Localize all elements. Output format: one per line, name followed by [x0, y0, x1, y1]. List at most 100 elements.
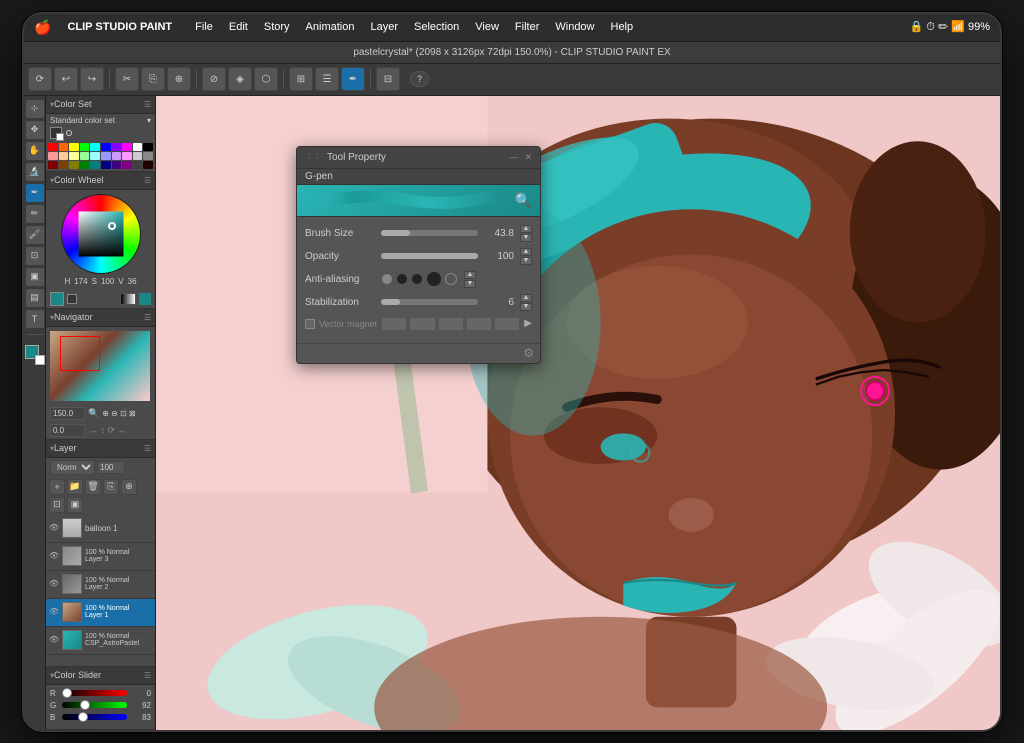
- brush-size-up[interactable]: ▲: [520, 225, 532, 233]
- color-yellow[interactable]: [69, 143, 79, 151]
- color-olive[interactable]: [69, 161, 79, 169]
- navigator-header[interactable]: ▾ Navigator ☰: [46, 309, 155, 327]
- tool-move[interactable]: ✥: [26, 121, 44, 139]
- vm-checkbox[interactable]: [305, 319, 315, 329]
- color-black[interactable]: [143, 143, 153, 151]
- color-picker-btn[interactable]: [139, 293, 151, 305]
- layer-visibility-2[interactable]: 👁: [49, 579, 59, 589]
- aa-dot-3[interactable]: [411, 273, 423, 285]
- menu-animation[interactable]: Animation: [299, 19, 362, 35]
- color-slider-menu-icon[interactable]: ☰: [144, 671, 151, 680]
- red-slider-track[interactable]: [62, 690, 127, 696]
- magnify-icon[interactable]: 🔍: [515, 192, 532, 209]
- layer-item-2[interactable]: 👁 100 % Normal Layer 2: [46, 571, 155, 599]
- tool-grid[interactable]: ◈: [228, 67, 252, 91]
- vm-slot-1[interactable]: [381, 317, 407, 331]
- tool-undo[interactable]: ↩: [54, 67, 78, 91]
- color-dark-green[interactable]: [80, 161, 90, 169]
- brush-size-down[interactable]: ▼: [520, 234, 532, 242]
- menu-help[interactable]: Help: [604, 19, 641, 35]
- color-light-green[interactable]: [80, 152, 90, 160]
- aa-dot-4[interactable]: [426, 271, 442, 287]
- color-purple[interactable]: [112, 143, 122, 151]
- tool-selection-rect[interactable]: ⊞: [289, 67, 313, 91]
- menu-view[interactable]: View: [468, 19, 506, 35]
- stab-up[interactable]: ▲: [520, 294, 532, 302]
- color-wheel-square[interactable]: [78, 211, 123, 256]
- color-teal[interactable]: [90, 161, 100, 169]
- nav-x-input[interactable]: [50, 424, 85, 437]
- layer-visibility-1[interactable]: 👁: [49, 607, 59, 617]
- menu-story[interactable]: Story: [257, 19, 297, 35]
- tool-gradient[interactable]: ▤: [26, 289, 44, 307]
- color-orange[interactable]: [59, 143, 69, 151]
- color-wheel[interactable]: [61, 194, 141, 274]
- color-dark-purple[interactable]: [122, 161, 132, 169]
- blend-mode-select[interactable]: Normal Multiply Screen: [50, 460, 95, 475]
- stab-down[interactable]: ▼: [520, 303, 532, 311]
- tool-pencil[interactable]: ✏: [26, 205, 44, 223]
- menu-edit[interactable]: Edit: [222, 19, 255, 35]
- layer-item-3[interactable]: 👁 100 % Normal Layer 3: [46, 543, 155, 571]
- color-gray[interactable]: [143, 152, 153, 160]
- red-slider-thumb[interactable]: [62, 688, 72, 698]
- stab-slider[interactable]: [381, 299, 478, 305]
- brush-size-slider[interactable]: [381, 230, 478, 236]
- layer-visibility-csp[interactable]: 👁: [49, 635, 59, 645]
- blue-slider-thumb[interactable]: [78, 712, 88, 722]
- tool-fill[interactable]: ▣: [26, 268, 44, 286]
- aa-dot-1[interactable]: [381, 273, 393, 285]
- navigator-menu-icon[interactable]: ☰: [144, 313, 151, 322]
- tool-select[interactable]: ⊹: [26, 100, 44, 118]
- menu-window[interactable]: Window: [548, 19, 601, 35]
- menu-selection[interactable]: Selection: [407, 19, 466, 35]
- vm-slot-4[interactable]: [466, 317, 492, 331]
- fg-bg-colors[interactable]: [25, 345, 45, 365]
- opacity-input[interactable]: [97, 461, 125, 474]
- color-wheel-header[interactable]: ▾ Color Wheel ☰: [46, 172, 155, 190]
- color-brown[interactable]: [59, 161, 69, 169]
- color-set-menu-icon[interactable]: ☰: [144, 100, 151, 109]
- color-white[interactable]: [133, 143, 143, 151]
- color-light-yellow[interactable]: [69, 152, 79, 160]
- green-slider-thumb[interactable]: [80, 700, 90, 710]
- color-peach[interactable]: [59, 152, 69, 160]
- color-slider-header[interactable]: ▾ Color Slider ☰: [46, 667, 155, 685]
- color-dark-red[interactable]: [48, 161, 58, 169]
- color-lavender[interactable]: [112, 152, 122, 160]
- tool-pen[interactable]: ✒: [26, 184, 44, 202]
- vm-slot-5[interactable]: [494, 317, 520, 331]
- tool-property-header[interactable]: ⋮⋮ Tool Property — ✕: [297, 147, 540, 169]
- tool-transform[interactable]: ⊘: [202, 67, 226, 91]
- color-pink[interactable]: [122, 152, 132, 160]
- color-magenta[interactable]: [122, 143, 132, 151]
- tool-redo[interactable]: ↪: [80, 67, 104, 91]
- vm-arrow[interactable]: ▶: [524, 318, 532, 329]
- tool-pen-mode[interactable]: ✒: [341, 67, 365, 91]
- layer-menu-icon[interactable]: ☰: [144, 444, 151, 453]
- aa-down[interactable]: ▼: [464, 280, 476, 288]
- opacity-up[interactable]: ▲: [520, 248, 532, 256]
- menu-filter[interactable]: Filter: [508, 19, 546, 35]
- color-blue[interactable]: [101, 143, 111, 151]
- fg-color-preview[interactable]: [50, 292, 64, 306]
- layer-new[interactable]: +: [49, 479, 65, 495]
- color-light-cyan[interactable]: [90, 152, 100, 160]
- color-cyan[interactable]: [90, 143, 100, 151]
- tp-minimize[interactable]: —: [509, 152, 518, 162]
- layer-merge[interactable]: ⊕: [121, 479, 137, 495]
- opacity-down[interactable]: ▼: [520, 257, 532, 265]
- tool-copy[interactable]: ⎘: [141, 67, 165, 91]
- color-red[interactable]: [48, 143, 58, 151]
- tool-snap[interactable]: ⬡: [254, 67, 278, 91]
- layer-visibility-3[interactable]: 👁: [49, 551, 59, 561]
- layer-mask[interactable]: ⊡: [49, 497, 65, 513]
- aa-dot-2[interactable]: [396, 273, 408, 285]
- background-color[interactable]: [35, 355, 45, 365]
- layer-folder[interactable]: 📁: [67, 479, 83, 495]
- tool-eraser[interactable]: ⊡: [26, 247, 44, 265]
- aa-dot-none[interactable]: [445, 273, 457, 285]
- tool-paste[interactable]: ⊕: [167, 67, 191, 91]
- vm-slot-3[interactable]: [438, 317, 464, 331]
- color-dark-gray[interactable]: [133, 161, 143, 169]
